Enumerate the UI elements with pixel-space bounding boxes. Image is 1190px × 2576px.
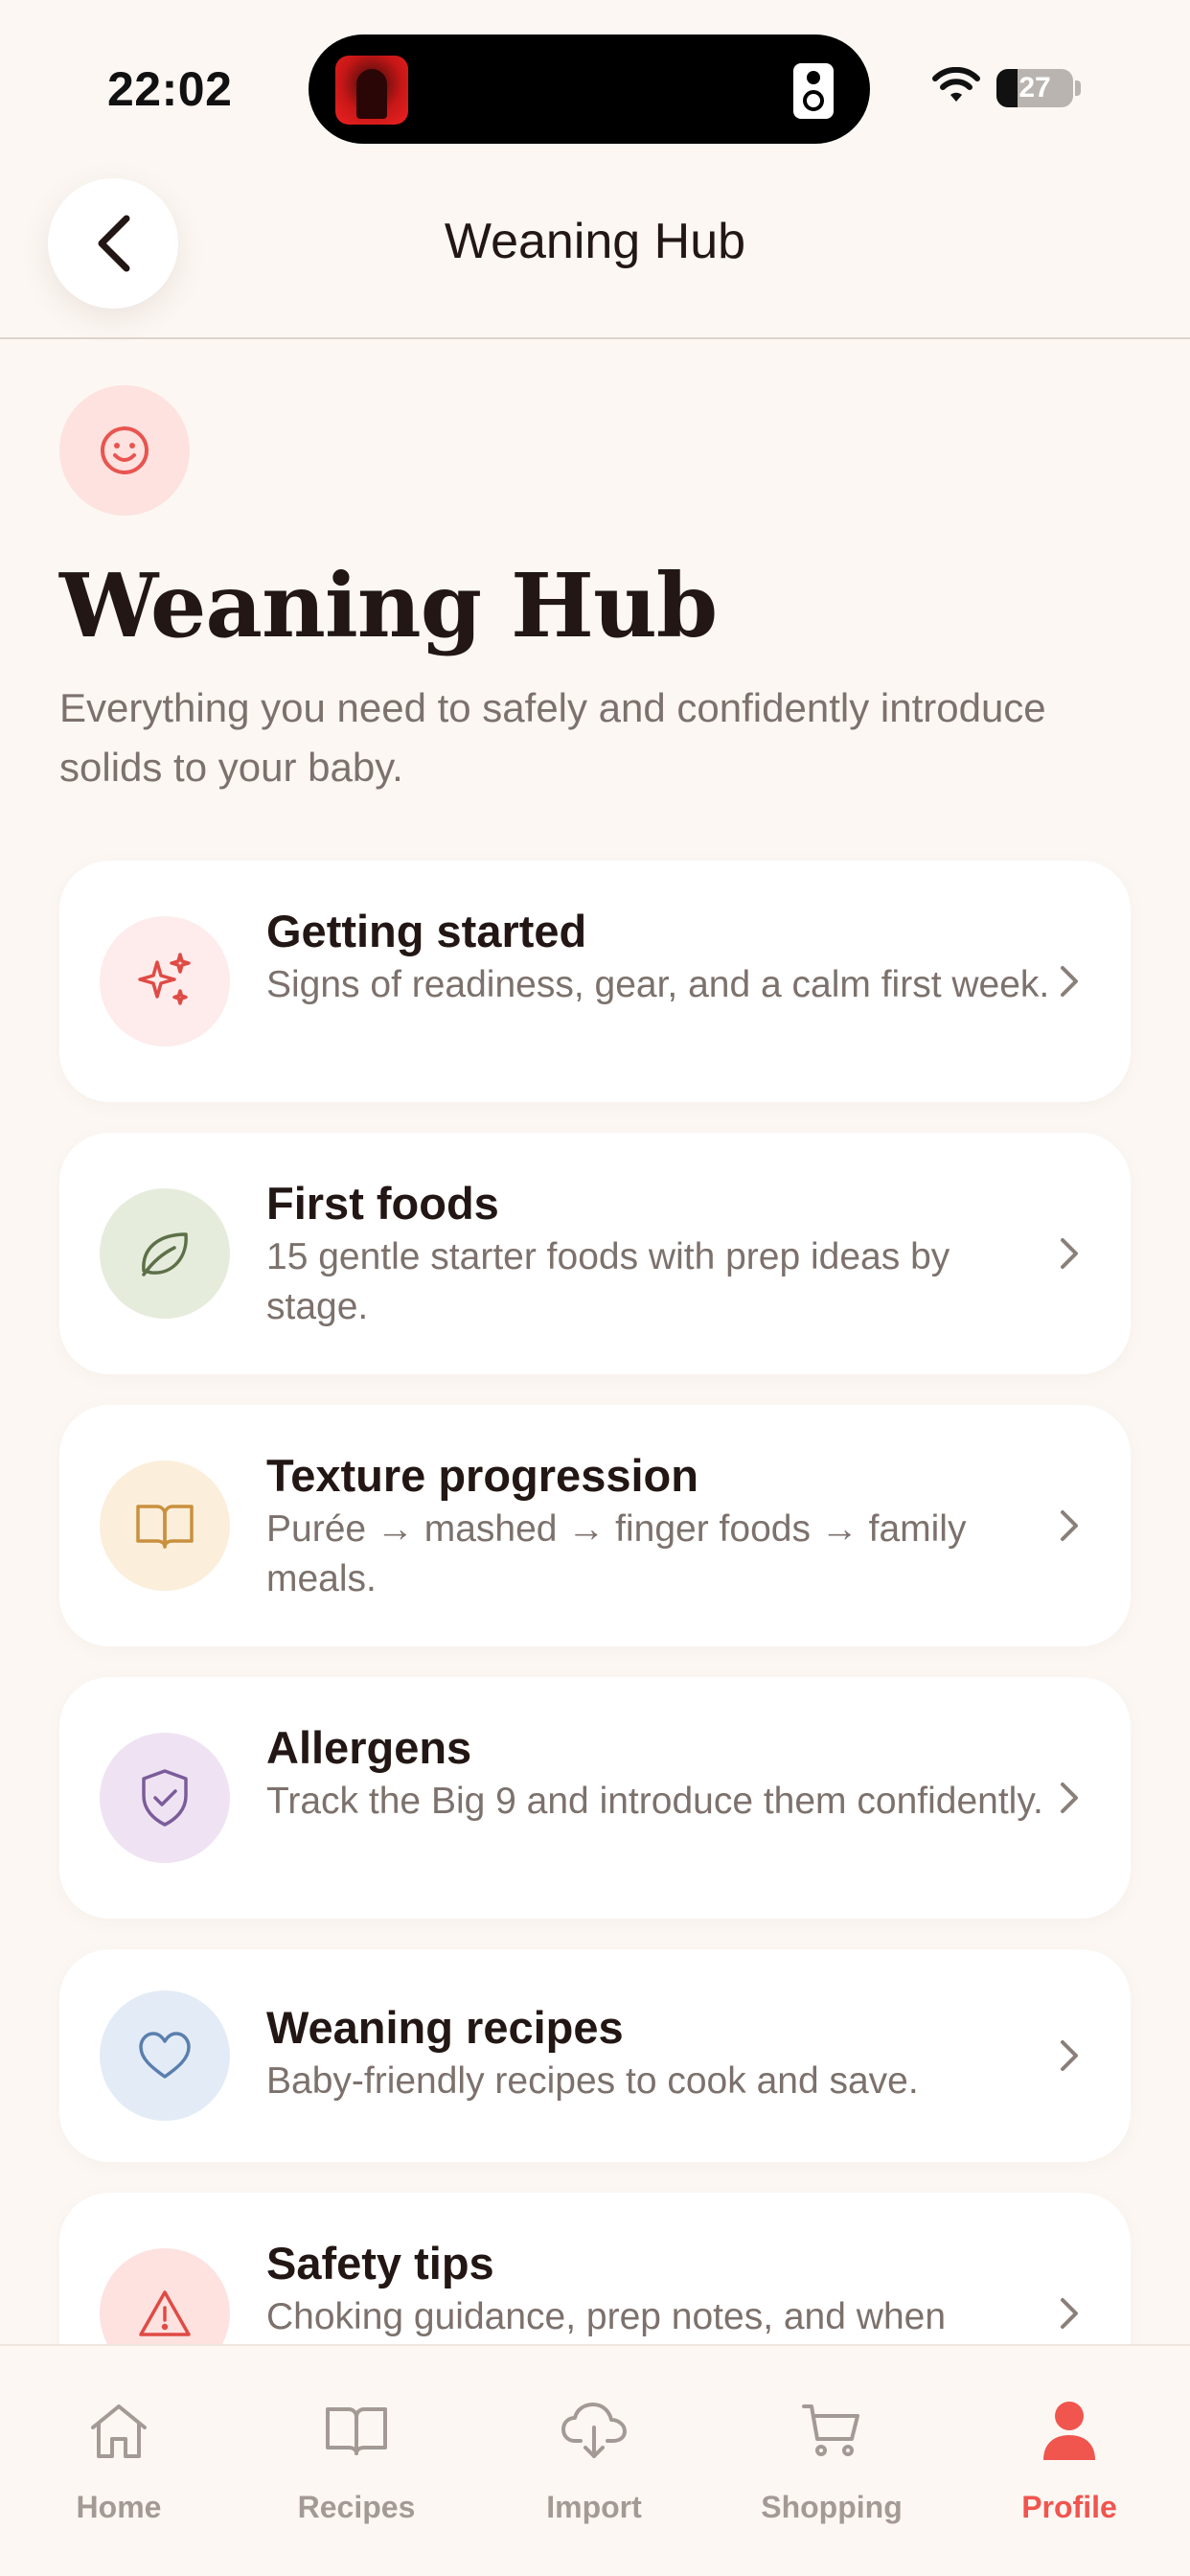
page-title: Weaning Hub: [59, 554, 718, 657]
card-title: Weaning recipes: [266, 2002, 624, 2053]
now-playing-artwork: [335, 56, 408, 125]
tab-import[interactable]: Import: [475, 2346, 713, 2538]
card-first-foods[interactable]: First foods 15 gentle starter foods with…: [59, 1133, 1131, 1374]
chevron-right-icon: [1061, 1782, 1078, 1813]
battery-icon: 27: [996, 69, 1073, 107]
book-icon: [100, 1460, 230, 1591]
card-title: Getting started: [266, 906, 587, 956]
dynamic-island[interactable]: [309, 34, 870, 144]
tab-profile[interactable]: Profile: [950, 2346, 1188, 2538]
leaf-icon: [100, 1188, 230, 1319]
cart-icon: [800, 2396, 863, 2465]
tab-label: Profile: [1021, 2490, 1117, 2524]
card-allergens[interactable]: Allergens Track the Big 9 and introduce …: [59, 1677, 1131, 1919]
card-description: 15 gentle starter foods with prep ideas …: [266, 1236, 950, 1327]
card-title: Allergens: [266, 1722, 472, 1773]
sparkles-icon: [100, 916, 230, 1046]
tab-label: Home: [76, 2490, 162, 2524]
wifi-icon: [932, 67, 980, 102]
chevron-right-icon: [1061, 966, 1078, 997]
tab-label: Recipes: [297, 2490, 416, 2524]
nav-title: Weaning Hub: [444, 214, 746, 269]
card-weaning-recipes[interactable]: Weaning recipes Baby-friendly recipes to…: [59, 1949, 1131, 2162]
heart-icon: [100, 1990, 230, 2121]
home-icon: [87, 2396, 150, 2465]
card-description: Signs of readiness, gear, and a calm fir…: [266, 964, 1050, 1005]
person-icon: [1040, 2396, 1099, 2465]
header-divider: [0, 337, 1190, 339]
card-description: Purée → mashed → finger foods → family m…: [266, 1508, 967, 1599]
chevron-right-icon: [1061, 2040, 1078, 2071]
battery-level: 27: [1018, 72, 1051, 104]
chevron-right-icon: [1061, 2298, 1078, 2329]
card-title: Texture progression: [266, 1450, 698, 1501]
card-description: Baby-friendly recipes to cook and save.: [266, 2060, 919, 2102]
tab-bar: Home Recipes Import Shopping Profile: [0, 2344, 1190, 2576]
status-bar: 22:02 27: [0, 0, 1190, 172]
tab-recipes[interactable]: Recipes: [238, 2346, 475, 2538]
card-description: Track the Big 9 and introduce them confi…: [266, 1781, 1043, 1822]
speaker-icon: [793, 63, 834, 119]
shield-check-icon: [100, 1733, 230, 1863]
card-getting-started[interactable]: Getting started Signs of readiness, gear…: [59, 861, 1131, 1102]
page-subtitle: Everything you need to safely and confid…: [59, 685, 1046, 790]
card-title: First foods: [266, 1178, 499, 1229]
chevron-right-icon: [1061, 1510, 1078, 1541]
card-texture-progression[interactable]: Texture progression Purée → mashed → fin…: [59, 1405, 1131, 1646]
book-icon: [324, 2396, 389, 2465]
tab-home[interactable]: Home: [0, 2346, 238, 2538]
smiley-icon: [59, 385, 190, 516]
card-description: Choking guidance, prep notes, and when: [266, 2296, 947, 2337]
card-title: Safety tips: [266, 2238, 494, 2288]
tab-label: Import: [546, 2490, 642, 2524]
tab-label: Shopping: [761, 2490, 903, 2524]
cloud-download-icon: [560, 2396, 629, 2465]
status-time: 22:02: [107, 62, 233, 116]
tab-shopping[interactable]: Shopping: [713, 2346, 950, 2538]
chevron-right-icon: [1061, 1238, 1078, 1269]
